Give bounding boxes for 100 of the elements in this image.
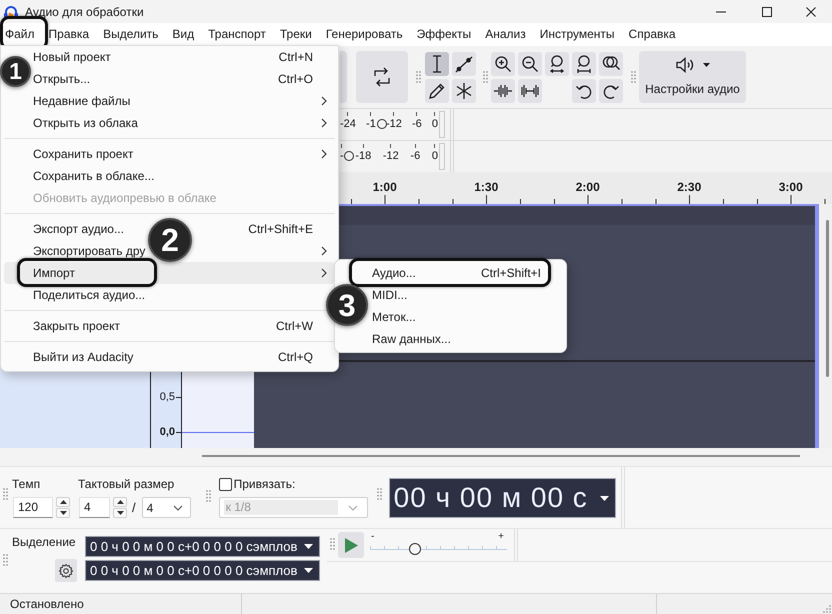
menu-item[interactable]: Треки [272,23,319,46]
menu-item[interactable]: Меток... [372,310,416,324]
shortcut-label: Ctrl+N [278,50,313,64]
shortcut-label: Ctrl+Shift+I [480,266,541,280]
chevron-down-icon [348,504,358,510]
menu-item[interactable]: Анализ [478,23,533,46]
tool-button[interactable] [425,52,449,76]
selection-start-field[interactable]: 0 0 ч 0 0 м 0 0 с+0 0 0 0 0 сэмплов [85,536,320,557]
shortcut-label: Ctrl+Q [278,350,313,364]
slider-thumb[interactable] [376,119,387,129]
maximize-icon [762,6,772,16]
resize-grip-icon[interactable] [823,605,831,613]
settings-button[interactable] [55,559,77,582]
menu-item[interactable]: MIDI... [372,288,408,302]
selection-label: Выделение [12,535,76,549]
tool-button[interactable] [452,78,476,102]
triangle-down-icon [116,511,124,515]
menu-item[interactable]: Экспортировать дру [33,244,146,258]
grip-icon[interactable] [376,488,382,500]
grip-icon[interactable] [416,71,421,83]
menu-item[interactable]: Аудио... [372,266,416,280]
menu-item[interactable]: Импорт [33,266,75,280]
fit-project-button[interactable] [572,52,596,76]
triangle-up-icon [60,500,66,504]
time-label: 1:30 [474,180,498,194]
volume-min-label: - [371,532,374,543]
tool-button[interactable] [452,52,476,76]
snap-label: Привязать: [234,477,296,491]
menu-item[interactable]: Сохранить в облаке... [33,169,154,183]
beats-field[interactable]: 4 [79,497,110,518]
menu-item[interactable]: Открыть из облака [33,116,138,130]
play-button[interactable] [338,532,364,558]
fraction-slash: / [132,500,136,515]
triangle-down-icon [60,511,66,515]
trim-button[interactable] [491,78,515,102]
zoom-out-button[interactable] [518,52,542,76]
meter-peak-indicator [439,111,445,138]
headphones-icon [3,4,19,20]
menu-item[interactable]: Поделиться аудио... [33,288,146,302]
triangle-down-icon [600,496,609,500]
scrollbar-thumb[interactable] [826,220,829,377]
status-text: Остановлено [10,597,84,611]
spin-down-button[interactable] [113,508,127,518]
menu-item[interactable]: Недавние файлы [33,94,130,108]
caret-down-icon [703,63,710,67]
menu-item[interactable]: Транспорт [201,23,273,46]
play-icon [344,538,358,552]
menu-item[interactable]: Новый проект [33,50,111,64]
scale-label: 0,5 [160,390,181,404]
tempo-label: Темп [12,477,40,491]
menu-item[interactable]: Вид [165,23,202,46]
triangle-down-icon [304,568,313,573]
time-label: 3:00 [778,180,803,194]
menu-item[interactable]: Сохранить проект [33,147,134,161]
silence-button[interactable] [518,78,542,102]
grip-icon[interactable] [330,538,335,550]
grip-icon[interactable] [206,490,211,502]
scale-label: 0,0 [160,425,181,439]
shortcut-label: Ctrl+Shift+E [248,222,313,236]
triangle-up-icon [116,500,124,504]
beat-unit-dropdown[interactable]: 4 [142,497,191,518]
grip-icon[interactable] [3,488,8,500]
grip-icon[interactable] [3,554,8,566]
time-display[interactable]: 00 ч 00 м 00 с [388,478,616,518]
time-label: 2:30 [677,180,702,194]
slider-thumb[interactable] [344,150,354,160]
tool-button[interactable] [425,78,449,102]
menu-item[interactable]: Эффекты [410,23,478,46]
menu-item[interactable]: Экспорт аудио... [33,222,124,236]
menu-item[interactable]: Raw данных... [372,332,451,346]
scrollbar-thumb[interactable] [202,455,800,457]
zoom-in-button[interactable] [491,52,515,76]
tempo-field[interactable]: 120 [13,497,53,518]
redo-button[interactable] [599,78,623,102]
menu-item[interactable]: Выйти из Audacity [33,350,134,364]
menu-item[interactable]: Справка [622,23,683,46]
meter-peak-indicator [439,142,445,170]
selection-end-field[interactable]: 0 0 ч 0 0 м 0 0 с+0 0 0 0 0 сэмплов [85,560,320,581]
menu-item[interactable]: Генерировать [318,23,410,46]
grip-icon[interactable] [483,71,488,83]
menu-item[interactable]: Выделить [96,23,166,46]
spin-up-button[interactable] [56,497,70,507]
menu-item[interactable]: Закрыть проект [33,319,120,333]
shortcut-label: Ctrl+O [278,72,313,86]
meter-scale[interactable]: -24 -1 -12 -6 0 [338,112,438,132]
grip-icon[interactable] [631,71,636,83]
fit-selection-button[interactable] [545,52,569,76]
spin-up-button[interactable] [113,497,127,507]
time-label: 2:00 [576,180,600,194]
zoom-toggle-button[interactable] [599,52,623,76]
menu-item[interactable]: Открыть... [33,72,90,86]
menu-item[interactable]: Инструменты [532,23,622,46]
loop-icon [372,67,392,87]
spin-down-button[interactable] [56,508,70,518]
audio-settings-button[interactable]: Настройки аудио [639,51,746,103]
time-label: 1:00 [372,180,397,194]
volume-max-label: + [498,532,504,543]
volume-thumb[interactable] [408,543,421,555]
meter-scale[interactable]: - -18 -12 -6 0 [338,144,438,164]
undo-button[interactable] [572,78,596,102]
